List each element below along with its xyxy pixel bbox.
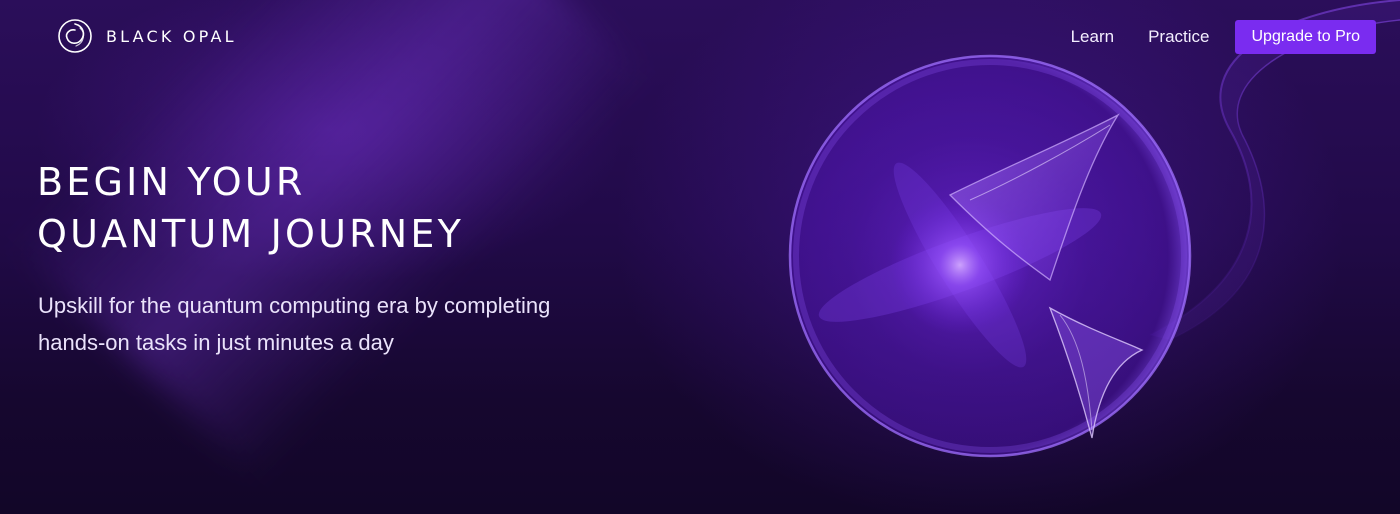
- hero-headline-line-2: QUANTUM JOURNEY: [37, 212, 465, 256]
- brand-name: BLACK OPAL: [106, 26, 237, 46]
- hero-section: BLACK OPAL Learn Practice Upgrade to Pro…: [0, 0, 1400, 514]
- nav-links: Learn Practice Upgrade to Pro: [1059, 20, 1376, 54]
- top-navigation: BLACK OPAL Learn Practice Upgrade to Pro: [0, 0, 1400, 74]
- hero-subtext-line-1: Upskill for the quantum computing era by…: [38, 293, 551, 318]
- quantum-orb-icon: [770, 40, 1210, 480]
- hero-subtext: Upskill for the quantum computing era by…: [38, 287, 658, 361]
- upgrade-to-pro-button[interactable]: Upgrade to Pro: [1235, 20, 1376, 54]
- hero-headline-line-1: BEGIN YOUR: [37, 160, 306, 204]
- hero-headline: BEGIN YOUR QUANTUM JOURNEY: [37, 156, 464, 260]
- hero-subtext-line-2: hands-on tasks in just minutes a day: [38, 330, 394, 355]
- nav-link-practice[interactable]: Practice: [1136, 20, 1221, 54]
- opal-swirl-icon: [56, 17, 94, 55]
- nav-link-learn[interactable]: Learn: [1059, 20, 1126, 54]
- brand-logo[interactable]: BLACK OPAL: [56, 17, 237, 55]
